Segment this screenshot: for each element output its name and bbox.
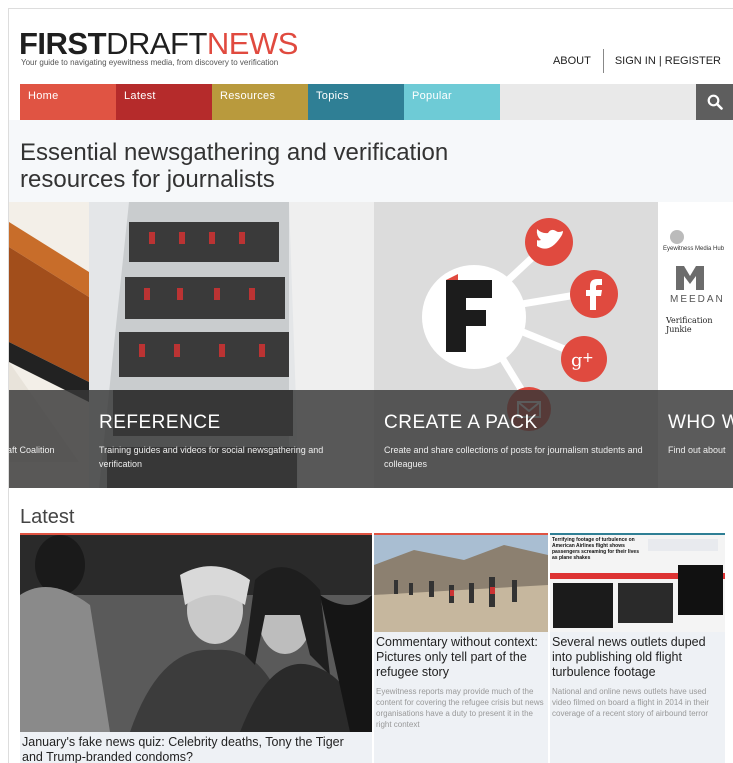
svg-text:g: g	[571, 350, 583, 371]
carousel-caption: WHO W Find out about	[658, 390, 733, 488]
facebook-icon	[570, 270, 618, 318]
carousel-caption: aft Coalition	[9, 390, 89, 488]
logo-draft: DRAFT	[106, 26, 207, 61]
site-logo[interactable]: FIRSTDRAFTNEWS	[19, 26, 299, 61]
carousel-desc: Create and share collections of posts fo…	[384, 445, 643, 469]
article-card[interactable]: January's fake news quiz: Celebrity deat…	[20, 533, 372, 763]
screenshot-side-panel	[648, 539, 718, 551]
article-title[interactable]: January's fake news quiz: Celebrity deat…	[22, 735, 367, 763]
signin-register-link[interactable]: SIGN IN | REGISTER	[615, 55, 721, 67]
carousel-slide-reference[interactable]: REFERENCE Training guides and videos for…	[89, 202, 374, 488]
carousel-slide-partial-right[interactable]: Eyewitness Media Hub MEEDAN Verification…	[658, 202, 733, 488]
carousel-title: CREATE A PACK	[384, 412, 538, 433]
article-screenshot-image: Terrifying footage of turbulence on Amer…	[550, 535, 725, 632]
nav-topics[interactable]: Topics	[308, 84, 404, 120]
article-card[interactable]: Commentary without context: Pictures onl…	[374, 533, 548, 763]
article-card[interactable]: Terrifying footage of turbulence on Amer…	[550, 533, 725, 763]
carousel-slide-create-pack[interactable]: g + CREATE A PACK Create and share colle…	[374, 202, 658, 488]
hero-section: Essential newsgathering and verification…	[9, 120, 733, 202]
screenshot-video-1	[553, 583, 613, 628]
main-nav: Home Latest Resources Topics Popular	[20, 84, 733, 120]
nav-popular[interactable]: Popular	[404, 84, 500, 120]
svg-text:+: +	[582, 350, 594, 366]
nav-home[interactable]: Home	[20, 84, 116, 120]
article-photo	[374, 535, 548, 632]
partner-logo-meedan: MEEDAN	[670, 294, 725, 305]
logo-first: FIRST	[19, 26, 107, 61]
page-title-line2: resources for journalists	[20, 166, 275, 193]
screenshot-headline: Terrifying footage of turbulence on Amer…	[552, 537, 639, 561]
search-button[interactable]	[696, 84, 733, 120]
nav-resources[interactable]: Resources	[212, 84, 308, 120]
nav-latest[interactable]: Latest	[116, 84, 212, 120]
carousel-caption: REFERENCE Training guides and videos for…	[89, 390, 374, 488]
screenshot-video-2	[618, 583, 673, 623]
carousel-desc: aft Coalition	[9, 445, 55, 455]
article-summary: National and online news outlets have us…	[552, 687, 709, 718]
nav-divider	[602, 49, 604, 73]
top-nav: ABOUT SIGN IN | REGISTER	[553, 49, 721, 73]
carousel-title: WHO W	[668, 412, 733, 433]
partner-logo-verification-junkie: Verification Junkie	[666, 316, 713, 334]
meedan-logo-icon	[676, 266, 704, 290]
carousel-desc: Training guides and videos for social ne…	[99, 445, 324, 469]
article-title[interactable]: Commentary without context: Pictures onl…	[376, 635, 546, 680]
latest-heading: Latest	[20, 506, 75, 528]
twitter-icon	[525, 218, 573, 266]
partner-logo-eyewitness: Eyewitness Media Hub	[663, 246, 725, 252]
eyewitness-logo-mark	[670, 230, 684, 244]
screenshot-video-3	[678, 565, 723, 615]
article-summary: Eyewitness reports may provide much of t…	[376, 687, 544, 729]
article-title[interactable]: Several news outlets duped into publishi…	[552, 635, 724, 680]
logo-news: NEWS	[206, 26, 299, 61]
google-plus-icon: g +	[561, 336, 607, 382]
about-link[interactable]: ABOUT	[553, 55, 603, 67]
page-title-line1: Essential newsgathering and verification	[20, 139, 449, 166]
page: FIRSTDRAFTNEWS Your guide to navigating …	[8, 8, 733, 763]
carousel-desc: Find out about	[668, 445, 726, 455]
article-photo	[20, 535, 372, 732]
carousel-slide-partial-left[interactable]: aft Coalition	[9, 202, 89, 488]
carousel-caption: CREATE A PACK Create and share collectio…	[374, 390, 658, 488]
resources-carousel: aft Coalition REFERENCE Training guides …	[9, 202, 733, 488]
search-icon	[707, 94, 723, 110]
page-title: Essential newsgathering and verification…	[20, 139, 448, 193]
carousel-title: REFERENCE	[99, 412, 221, 433]
site-tagline: Your guide to navigating eyewitness medi…	[21, 58, 279, 67]
